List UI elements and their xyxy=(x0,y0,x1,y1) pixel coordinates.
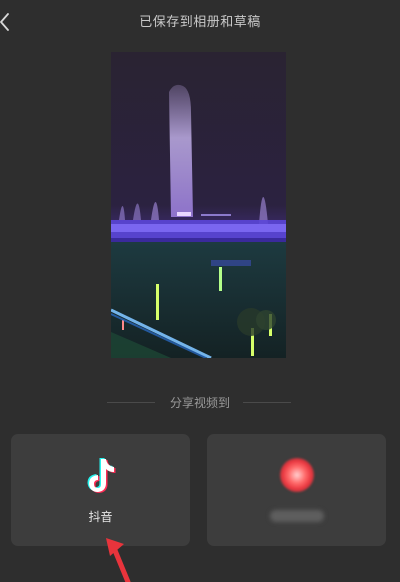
divider-right xyxy=(243,402,291,403)
video-thumbnail xyxy=(111,52,286,358)
share-section-header: 分享视频到 xyxy=(0,394,400,410)
page-title: 已保存到相册和草稿 xyxy=(139,15,261,30)
share-other-button[interactable] xyxy=(207,434,386,546)
video-preview[interactable] xyxy=(111,52,286,358)
blurred-app-icon xyxy=(279,458,314,492)
tiktok-icon xyxy=(83,456,119,496)
annotation-arrow-icon xyxy=(100,530,140,582)
share-label: 分享视频到 xyxy=(169,396,230,410)
share-douyin-label: 抖音 xyxy=(88,510,113,524)
save-share-screen: 已保存到相册和草稿 分享视频到 抖音 xyxy=(0,0,400,582)
blurred-app-label xyxy=(269,510,324,522)
